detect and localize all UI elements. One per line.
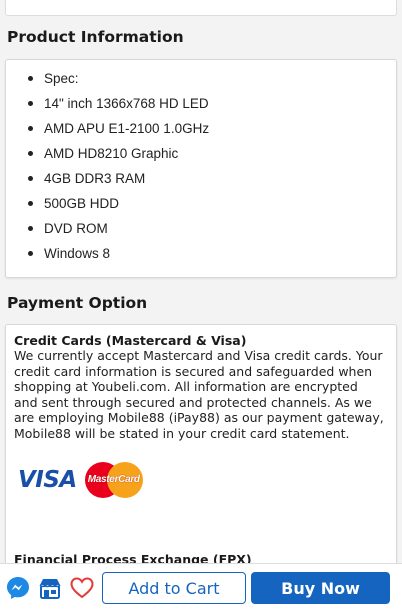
spec-item: 500GB HDD bbox=[6, 191, 396, 216]
spec-item: Spec: bbox=[6, 66, 396, 91]
mastercard-logo: MasterCard bbox=[84, 461, 143, 498]
product-info-card: Spec: 14" inch 1366x768 HD LED AMD APU E… bbox=[5, 59, 397, 278]
store-icon[interactable] bbox=[36, 574, 64, 602]
spec-item: AMD APU E1-2100 1.0GHz bbox=[6, 116, 396, 141]
spec-item: 14" inch 1366x768 HD LED bbox=[6, 91, 396, 116]
payment-option-title: Payment Option bbox=[7, 294, 148, 312]
spec-item: DVD ROM bbox=[6, 216, 396, 241]
card-logos: VISA MasterCard bbox=[6, 442, 396, 498]
credit-cards-description: We currently accept Mastercard and Visa … bbox=[14, 348, 384, 441]
buy-now-button[interactable]: Buy Now bbox=[251, 572, 390, 604]
visa-logo: VISA bbox=[18, 466, 77, 493]
spec-item: AMD HD8210 Graphic bbox=[6, 141, 396, 166]
spec-item: Windows 8 bbox=[6, 241, 396, 266]
spec-list: Spec: 14" inch 1366x768 HD LED AMD APU E… bbox=[6, 60, 396, 266]
product-info-title: Product Information bbox=[7, 28, 184, 46]
previous-card-edge bbox=[5, 0, 397, 16]
bottom-action-bar: Add to Cart Buy Now bbox=[0, 563, 402, 611]
add-to-cart-button[interactable]: Add to Cart bbox=[102, 572, 246, 604]
credit-cards-heading: Credit Cards (Mastercard & Visa) bbox=[14, 333, 247, 348]
page: Product Information Spec: 14" inch 1366x… bbox=[0, 0, 402, 611]
heart-icon[interactable] bbox=[68, 574, 96, 602]
spec-item: 4GB DDR3 RAM bbox=[6, 166, 396, 191]
payment-card: Credit Cards (Mastercard & Visa) We curr… bbox=[5, 324, 397, 574]
messenger-icon[interactable] bbox=[4, 574, 32, 602]
